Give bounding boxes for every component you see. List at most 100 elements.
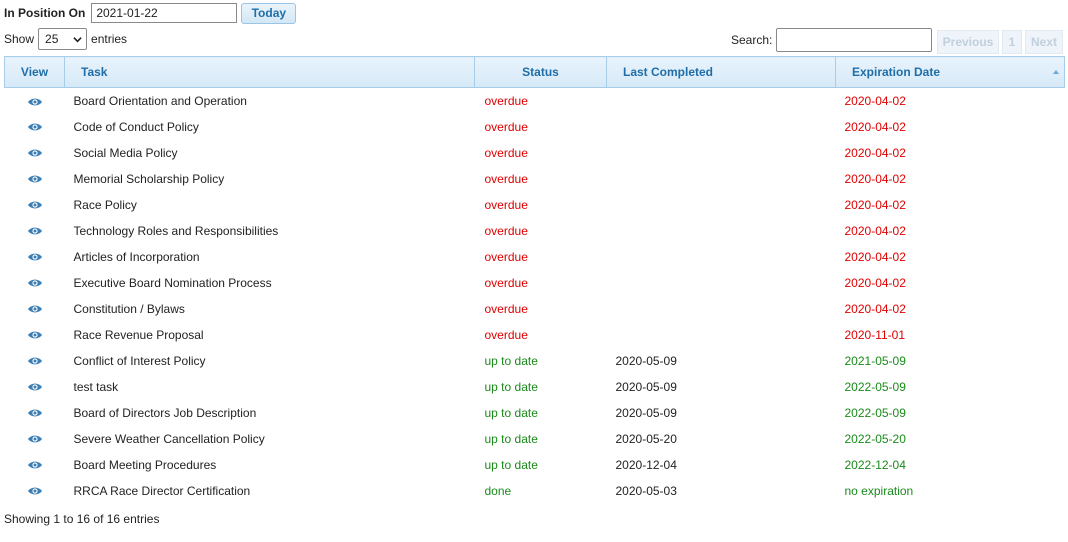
- expiration-date-value: 2020-04-02: [844, 145, 906, 160]
- last-completed-value: [607, 218, 836, 244]
- last-completed-value: 2020-05-09: [615, 405, 677, 420]
- eye-icon[interactable]: [27, 304, 43, 314]
- status-value: done: [484, 483, 512, 498]
- expiration-header-label: Expiration Date: [852, 65, 941, 79]
- position-date-input[interactable]: [91, 3, 238, 23]
- sort-ascending-icon: [1053, 70, 1059, 74]
- expiration-date-value: 2022-12-04: [844, 457, 906, 472]
- entries-per-page-select[interactable]: 25: [38, 28, 88, 50]
- eye-icon[interactable]: [27, 252, 43, 262]
- eye-icon[interactable]: [27, 174, 43, 184]
- last-completed-value: 2020-05-20: [615, 431, 677, 446]
- expiration-date-value: 2020-04-02: [844, 249, 906, 264]
- table-row: test task up to date 2020-05-09 2022-05-09: [5, 374, 1065, 400]
- view-cell: [5, 218, 65, 244]
- table-row: Severe Weather Cancellation Policy up to …: [5, 426, 1065, 452]
- expiration-date-value: 2020-04-02: [844, 93, 906, 108]
- last-completed-value: [607, 114, 836, 140]
- last-completed-value: 2020-05-09: [615, 353, 677, 368]
- view-cell: [5, 400, 65, 426]
- task-name: Board Meeting Procedures: [73, 457, 217, 472]
- eye-icon[interactable]: [27, 460, 43, 470]
- pagination: Previous 1 Next: [937, 30, 1063, 54]
- table-row: Board Meeting Procedures up to date 2020-1…: [5, 452, 1065, 478]
- last-completed-value: [607, 192, 836, 218]
- table-row: Articles of Incorporation overdue 2020-04-…: [5, 244, 1065, 270]
- status-value: overdue: [484, 301, 528, 316]
- table-row: Technology Roles and Responsibilities ove…: [5, 218, 1065, 244]
- last-completed-value: [607, 322, 836, 348]
- expiration-date-value: 2020-04-02: [844, 197, 906, 212]
- last-completed-value: [607, 140, 836, 166]
- eye-icon[interactable]: [27, 408, 43, 418]
- view-cell: [5, 426, 65, 452]
- status-value: up to date: [484, 405, 538, 420]
- eye-icon[interactable]: [27, 148, 43, 158]
- table-row: Memorial Scholarship Policy overdue 2020-0…: [5, 166, 1065, 192]
- column-header-view[interactable]: View: [4, 56, 65, 88]
- tasks-table: View Task Status Last Completed Expirati…: [4, 56, 1065, 504]
- eye-icon[interactable]: [27, 278, 43, 288]
- position-date-bar: In Position On Today: [4, 2, 297, 24]
- view-cell: [5, 114, 65, 140]
- expiration-date-value: 2022-05-09: [844, 379, 906, 394]
- table-row: Code of Conduct Policy overdue 2020-04-02: [5, 114, 1065, 140]
- chevron-down-icon: [73, 36, 82, 42]
- eye-icon[interactable]: [27, 330, 43, 340]
- status-value: overdue: [484, 327, 528, 342]
- status-value: overdue: [484, 171, 528, 186]
- eye-icon[interactable]: [27, 356, 43, 366]
- task-name: RRCA Race Director Certification: [73, 483, 251, 498]
- column-header-task[interactable]: Task: [64, 56, 475, 88]
- eye-icon[interactable]: [27, 200, 43, 210]
- today-button[interactable]: Today: [241, 2, 297, 24]
- entries-per-page-value: 25: [45, 32, 59, 46]
- expiration-date-value: 2022-05-09: [844, 405, 906, 420]
- length-control: Show 25 entries: [4, 28, 127, 50]
- page-1-button[interactable]: 1: [1002, 30, 1022, 54]
- status-value: overdue: [484, 275, 528, 290]
- table-body: Board Orientation and Operation overdue 20…: [5, 88, 1065, 504]
- table-row: Conflict of Interest Policy up to date 202…: [5, 348, 1065, 374]
- table-row: Social Media Policy overdue 2020-04-02: [5, 140, 1065, 166]
- last-completed-value: [607, 244, 836, 270]
- status-value: overdue: [484, 223, 528, 238]
- expiration-date-value: 2020-11-01: [844, 327, 906, 342]
- view-cell: [5, 166, 65, 192]
- status-value: overdue: [484, 119, 528, 134]
- eye-icon[interactable]: [27, 97, 43, 107]
- last-completed-value: 2020-05-03: [615, 483, 677, 498]
- search-label: Search:: [731, 33, 773, 47]
- eye-icon[interactable]: [27, 122, 43, 132]
- status-value: overdue: [484, 249, 528, 264]
- table-row: Constitution / Bylaws overdue 2020-04-02: [5, 296, 1065, 322]
- eye-icon[interactable]: [27, 382, 43, 392]
- previous-page-button[interactable]: Previous: [937, 30, 999, 54]
- last-completed-value: [607, 296, 836, 322]
- status-value: up to date: [484, 431, 538, 446]
- view-cell: [5, 192, 65, 218]
- table-row: Board of Directors Job Description up to …: [5, 400, 1065, 426]
- task-name: Conflict of Interest Policy: [73, 353, 206, 368]
- task-name: test task: [73, 379, 119, 394]
- task-name: Technology Roles and Responsibilities: [73, 223, 279, 238]
- expiration-date-value: 2020-04-02: [844, 223, 906, 238]
- next-page-button[interactable]: Next: [1025, 30, 1063, 54]
- table-row: RRCA Race Director Certification done 2020…: [5, 478, 1065, 504]
- view-cell: [5, 478, 65, 504]
- status-value: up to date: [484, 353, 538, 368]
- column-header-last-completed[interactable]: Last Completed: [606, 56, 836, 88]
- table-row: Executive Board Nomination Process overdu…: [5, 270, 1065, 296]
- eye-icon[interactable]: [27, 226, 43, 236]
- search-input[interactable]: [776, 28, 933, 52]
- eye-icon[interactable]: [27, 486, 43, 496]
- column-header-expiration-date[interactable]: Expiration Date: [835, 56, 1065, 88]
- eye-icon[interactable]: [27, 434, 43, 444]
- task-name: Executive Board Nomination Process: [73, 275, 272, 290]
- view-cell: [5, 244, 65, 270]
- table-row: Board Orientation and Operation overdue 20…: [5, 88, 1065, 114]
- task-name: Code of Conduct Policy: [73, 119, 199, 134]
- column-header-status[interactable]: Status: [474, 56, 607, 88]
- task-name: Constitution / Bylaws: [73, 301, 185, 316]
- view-cell: [5, 270, 65, 296]
